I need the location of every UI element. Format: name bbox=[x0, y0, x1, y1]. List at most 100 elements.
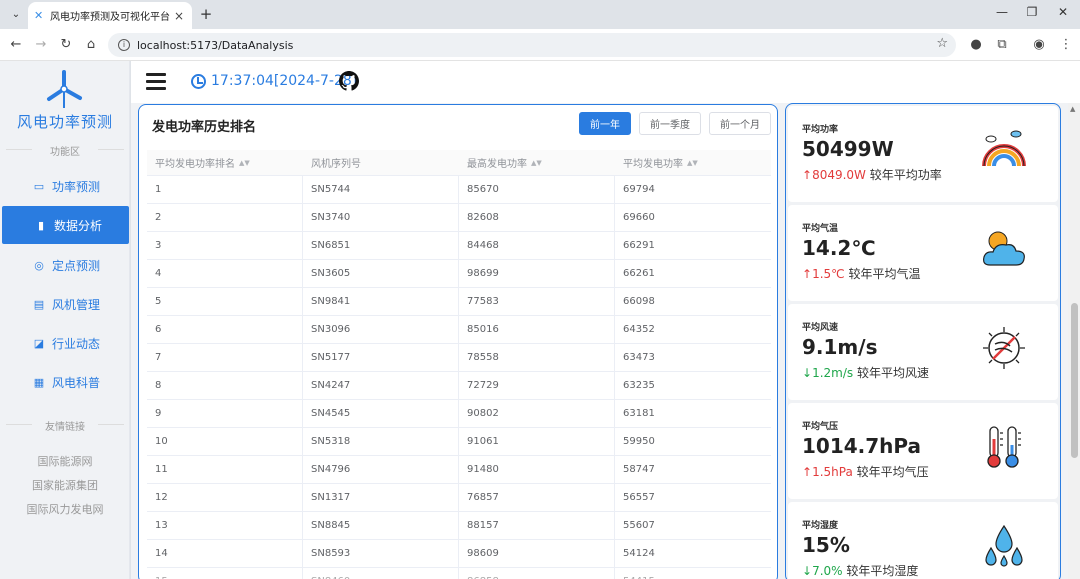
ranking-table: 平均发电功率排名 ▲▼ 风机序列号 最高发电功率 ▲▼ 平均发电功率 ▲▼ 1 SN57… bbox=[147, 150, 771, 579]
cell-serial: SN3096 bbox=[303, 316, 459, 343]
column-header-avg-power[interactable]: 平均发电功率 ▲▼ bbox=[615, 150, 771, 175]
stat-delta: ↓7.0% 较年平均湿度 bbox=[802, 562, 918, 579]
main-header: 17:37:04[2024-7-28] bbox=[131, 61, 1080, 103]
browser-tab[interactable]: ✕ 风电功率预测及可视化平台 × bbox=[28, 2, 192, 29]
close-tab-icon[interactable]: × bbox=[172, 9, 186, 23]
sort-icon[interactable]: ▲▼ bbox=[531, 159, 542, 167]
wind-turbine-logo-icon bbox=[47, 70, 82, 108]
table-row[interactable]: 2 SN3740 82608 69660 bbox=[147, 204, 771, 232]
cookie-extension-icon[interactable]: ● bbox=[968, 37, 984, 52]
filter-last-quarter-button[interactable]: 前一季度 bbox=[639, 112, 701, 135]
stat-card-power: 平均功率 50499W ↑8049.0W 较年平均功率 bbox=[788, 106, 1058, 202]
cell-max-power: 76857 bbox=[459, 484, 615, 511]
stat-delta-value: 7.0% bbox=[812, 564, 843, 578]
stat-card-temperature: 平均气温 14.2℃ ↑1.5℃ 较年平均气温 bbox=[788, 205, 1058, 301]
rainbow-icon bbox=[982, 130, 1026, 167]
table-row[interactable]: 1 SN5744 85670 69794 bbox=[147, 176, 771, 204]
table-row[interactable]: 10 SN5318 91061 59950 bbox=[147, 428, 771, 456]
column-header-rank[interactable]: 平均发电功率排名 ▲▼ bbox=[147, 150, 303, 175]
scroll-up-icon[interactable]: ▲ bbox=[1070, 105, 1075, 113]
table-row[interactable]: 12 SN1317 76857 56557 bbox=[147, 484, 771, 512]
column-header-max-power[interactable]: 最高发电功率 ▲▼ bbox=[459, 150, 615, 175]
cell-avg-power: 55607 bbox=[623, 520, 655, 531]
profile-icon[interactable]: ◉ bbox=[1031, 37, 1047, 52]
sidebar-item-turbine-management[interactable]: ▤ 风机管理 bbox=[0, 285, 130, 323]
cell-rank: 10 bbox=[147, 428, 303, 455]
link-energy-group[interactable]: 国家能源集团 bbox=[0, 477, 130, 493]
raindrops-icon bbox=[985, 524, 1023, 567]
page-scrollbar[interactable]: ▲ bbox=[1068, 103, 1080, 579]
extensions-icon[interactable]: ⧉ bbox=[994, 37, 1010, 52]
home-icon[interactable]: ⌂ bbox=[83, 37, 99, 52]
link-wind-power-net[interactable]: 国际风力发电网 bbox=[0, 501, 130, 517]
tab-search-icon[interactable]: ⌄ bbox=[6, 5, 26, 23]
new-tab-icon[interactable]: + bbox=[198, 5, 214, 23]
sidebar-item-label: 行业动态 bbox=[52, 336, 101, 351]
table-row[interactable]: 14 SN8593 98609 54124 bbox=[147, 540, 771, 568]
scroll-thumb[interactable] bbox=[1071, 303, 1078, 458]
filter-last-year-button[interactable]: 前一年 bbox=[579, 112, 631, 135]
cell-rank: 7 bbox=[147, 344, 303, 371]
cell-rank: 14 bbox=[147, 540, 303, 567]
sort-icon[interactable]: ▲▼ bbox=[687, 159, 698, 167]
sort-icon[interactable]: ▲▼ bbox=[239, 159, 250, 167]
cell-serial: SN8845 bbox=[303, 512, 459, 539]
sidebar-item-data-analysis[interactable]: ▮ 数据分析 bbox=[2, 206, 129, 244]
sidebar-item-point-forecast[interactable]: ◎ 定点预测 bbox=[0, 246, 130, 284]
site-info-icon[interactable]: i bbox=[118, 39, 130, 51]
stat-value: 1014.7hPa bbox=[802, 434, 922, 458]
browser-menu-icon[interactable]: ⋮ bbox=[1058, 37, 1074, 52]
cell-serial: SN9841 bbox=[303, 288, 459, 315]
minimize-icon[interactable]: — bbox=[992, 5, 1012, 19]
cell-rank: 11 bbox=[147, 456, 303, 483]
back-icon[interactable]: ← bbox=[8, 37, 24, 52]
table-row[interactable]: 9 SN4545 90802 63181 bbox=[147, 400, 771, 428]
stat-delta-arrow: ↑ bbox=[802, 267, 813, 281]
table-row[interactable]: 8 SN4247 72729 63235 bbox=[147, 372, 771, 400]
sidebar-item-wind-science[interactable]: ▦ 风电科普 bbox=[0, 363, 130, 401]
window-close-icon[interactable]: ✕ bbox=[1053, 5, 1073, 19]
table-row[interactable]: 11 SN4796 91480 58747 bbox=[147, 456, 771, 484]
table-row[interactable]: 13 SN8845 88157 55607 bbox=[147, 512, 771, 540]
sidebar-item-label: 风电科普 bbox=[52, 375, 101, 390]
stat-delta: ↑1.5℃ 较年平均气温 bbox=[802, 265, 920, 282]
cell-rank: 6 bbox=[147, 316, 303, 343]
column-header-serial: 风机序列号 bbox=[303, 150, 459, 175]
stat-value: 15% bbox=[802, 533, 850, 557]
stat-label: 平均功率 bbox=[802, 125, 839, 135]
forward-icon[interactable]: → bbox=[33, 37, 49, 52]
cell-avg-power: 59950 bbox=[623, 436, 655, 447]
github-icon[interactable] bbox=[339, 71, 359, 91]
cell-serial: SN3605 bbox=[303, 260, 459, 287]
sidebar-item-power-forecast[interactable]: ▭ 功率预测 bbox=[0, 167, 130, 205]
stat-delta: ↑8049.0W 较年平均功率 bbox=[802, 166, 942, 183]
table-row[interactable]: 15SN84608685854415 bbox=[147, 568, 771, 579]
stat-delta-arrow: ↑ bbox=[802, 168, 813, 182]
table-row[interactable]: 5 SN9841 77583 66098 bbox=[147, 288, 771, 316]
cell-rank: 4 bbox=[147, 260, 303, 287]
sidebar-item-label: 风机管理 bbox=[52, 297, 101, 312]
stat-delta-suffix: 较年平均湿度 bbox=[842, 564, 919, 578]
cell-rank: 5 bbox=[147, 288, 303, 315]
restore-icon[interactable]: ❐ bbox=[1022, 5, 1042, 19]
table-row[interactable]: 3 SN6851 84468 66291 bbox=[147, 232, 771, 260]
cell-rank: 8 bbox=[147, 372, 303, 399]
cell-rank: 15 bbox=[147, 568, 303, 579]
stat-card-wind-speed: 平均风速 9.1m/s ↓1.2m/s 较年平均风速 bbox=[788, 304, 1058, 400]
table-row[interactable]: 7 SN5177 78558 63473 bbox=[147, 344, 771, 372]
location-icon: ◎ bbox=[34, 258, 44, 272]
url-field[interactable]: i localhost:5173/DataAnalysis ☆ bbox=[108, 33, 956, 57]
table-row[interactable]: 4 SN3605 98699 66261 bbox=[147, 260, 771, 288]
bookmark-star-icon[interactable]: ☆ bbox=[936, 36, 948, 51]
cell-serial: SN8460 bbox=[303, 568, 459, 579]
link-energy-net[interactable]: 国际能源网 bbox=[0, 453, 130, 469]
sidebar: 风电功率预测 功能区 ▭ 功率预测 ▮ 数据分析 ◎ 定点预测 ▤ 风机管理 ◪… bbox=[0, 61, 130, 579]
reload-icon[interactable]: ↻ bbox=[58, 37, 74, 52]
sidebar-item-label: 定点预测 bbox=[52, 258, 101, 273]
sidebar-item-industry-news[interactable]: ◪ 行业动态 bbox=[0, 324, 130, 362]
filter-last-month-button[interactable]: 前一个月 bbox=[709, 112, 771, 135]
table-row[interactable]: 6 SN3096 85016 64352 bbox=[147, 316, 771, 344]
menu-toggle-icon[interactable] bbox=[146, 73, 166, 90]
browser-tab-bar: ⌄ ✕ 风电功率预测及可视化平台 × + — ❐ ✕ bbox=[0, 0, 1080, 29]
no-wind-icon bbox=[983, 327, 1025, 369]
